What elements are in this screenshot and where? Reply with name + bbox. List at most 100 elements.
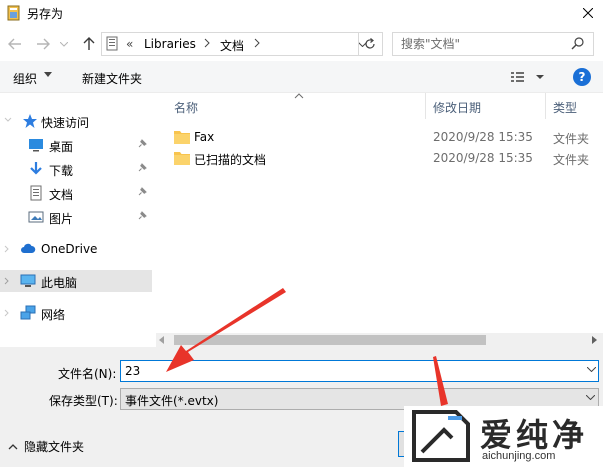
sidebar-item-documents[interactable]: 文档: [0, 182, 152, 204]
command-bar: 组织 新建文件夹 ?: [0, 61, 603, 93]
sidebar-item-label: 网络: [41, 308, 66, 322]
caret-down-icon[interactable]: [44, 72, 52, 77]
file-list: 名称 修改日期 类型 Fax 2020/9/28 15:35 文件夹 已扫描的文…: [156, 93, 603, 333]
arrow-up-icon: [83, 37, 95, 50]
sidebar-item-downloads[interactable]: 下载: [0, 158, 152, 180]
scroll-left-icon[interactable]: [159, 336, 165, 344]
address-overflow[interactable]: «: [126, 37, 133, 51]
organize-button[interactable]: 组织: [13, 70, 37, 87]
pin-icon[interactable]: [137, 163, 147, 173]
filetype-value: 事件文件(*.evtx): [125, 394, 219, 408]
chevron-right-icon[interactable]: [4, 277, 10, 285]
help-button[interactable]: ?: [573, 68, 591, 86]
hide-folders-label: 隐藏文件夹: [24, 440, 85, 454]
network-icon: [20, 305, 36, 320]
close-icon: [583, 8, 593, 18]
chevron-down-icon: [586, 395, 595, 400]
title-bar: 另存为: [0, 0, 603, 27]
file-name: Fax: [194, 130, 215, 144]
up-button[interactable]: [80, 35, 98, 53]
filetype-label: 保存类型(T):: [49, 394, 118, 408]
watermark: 爱纯净 aichunjing.com: [404, 406, 603, 467]
hide-folders-toggle[interactable]: 隐藏文件夹: [8, 438, 84, 455]
filename-field[interactable]: [120, 360, 599, 382]
pin-icon[interactable]: [137, 187, 147, 197]
file-name: 已扫描的文档: [194, 153, 267, 167]
chevron-up-icon: [8, 443, 18, 449]
folder-icon: [174, 152, 190, 165]
sidebar-item-network[interactable]: 网络: [0, 302, 152, 324]
refresh-button[interactable]: [358, 33, 380, 55]
sidebar-item-label: 此电脑: [41, 276, 78, 290]
sidebar-item-label: 快速访问: [41, 116, 90, 130]
scroll-right-icon[interactable]: [592, 336, 598, 344]
view-options-button[interactable]: [509, 68, 549, 86]
new-folder-button[interactable]: 新建文件夹: [82, 70, 142, 87]
file-row[interactable]: 已扫描的文档 2020/9/28 15:35 文件夹: [156, 148, 603, 168]
column-separator[interactable]: [425, 93, 426, 119]
chevron-down-icon[interactable]: [4, 117, 12, 123]
file-type: 文件夹: [553, 132, 590, 146]
sidebar-item-desktop[interactable]: 桌面: [0, 134, 152, 156]
sidebar-item-label: 文档: [49, 188, 74, 202]
chevron-right-icon[interactable]: [4, 309, 10, 317]
search-icon[interactable]: [571, 36, 585, 50]
forward-button[interactable]: [34, 35, 52, 53]
close-button[interactable]: [575, 2, 601, 24]
computer-icon: [20, 274, 36, 287]
file-row[interactable]: Fax 2020/9/28 15:35 文件夹: [156, 127, 603, 147]
desktop-icon: [29, 139, 43, 152]
sidebar-item-onedrive[interactable]: OneDrive: [0, 238, 152, 260]
chevron-right-icon[interactable]: [254, 38, 260, 48]
refresh-icon: [364, 38, 375, 49]
filename-label: 文件名(N):: [58, 367, 117, 381]
horizontal-scrollbar[interactable]: [156, 333, 603, 347]
file-date: 2020/9/28 15:35: [433, 151, 533, 165]
search-input[interactable]: [393, 33, 571, 55]
navigation-pane: 快速访问 桌面 下载 文档 图片 OneDrive 此电脑 网络: [0, 93, 152, 347]
window-title: 另存为: [27, 7, 64, 21]
chevron-right-icon[interactable]: [204, 38, 210, 48]
sidebar-item-label: 图片: [49, 212, 74, 226]
star-icon: [23, 114, 37, 128]
document-icon: [30, 185, 42, 201]
sidebar-item-label: OneDrive: [41, 242, 98, 256]
app-icon: [7, 5, 20, 21]
address-segment-libraries[interactable]: Libraries: [144, 37, 196, 51]
filename-input[interactable]: [121, 361, 576, 381]
search-box[interactable]: [392, 32, 594, 56]
column-separator[interactable]: [545, 93, 546, 119]
picture-icon: [28, 211, 44, 223]
navigation-bar: « Libraries 文档: [0, 27, 603, 61]
file-type: 文件夹: [553, 153, 590, 167]
address-bar[interactable]: « Libraries 文档: [101, 32, 383, 56]
arrow-right-icon: [37, 38, 50, 50]
recent-locations-button[interactable]: [58, 35, 70, 53]
file-date: 2020/9/28 15:35: [433, 130, 533, 144]
column-header-date[interactable]: 修改日期: [433, 99, 481, 116]
sidebar-item-label: 桌面: [49, 140, 74, 154]
folder-icon: [174, 131, 190, 144]
chevron-down-icon[interactable]: [587, 367, 596, 372]
sidebar-item-this-pc[interactable]: 此电脑: [0, 270, 152, 292]
column-header-name[interactable]: 名称: [174, 99, 198, 116]
address-segment-documents[interactable]: 文档: [220, 37, 244, 54]
back-button[interactable]: [6, 35, 24, 53]
pin-icon[interactable]: [137, 211, 147, 221]
watermark-logo-icon: [412, 410, 470, 462]
cloud-icon: [21, 243, 36, 253]
sidebar-item-quick-access[interactable]: 快速访问: [0, 110, 152, 132]
sort-ascending-icon: [294, 93, 304, 99]
sidebar-item-label: 下载: [49, 164, 74, 178]
watermark-url: aichunjing.com: [482, 450, 556, 462]
details-view-icon: [511, 72, 544, 82]
pin-icon[interactable]: [137, 139, 147, 149]
arrow-left-icon: [8, 38, 21, 50]
library-icon: [106, 36, 118, 51]
scrollbar-thumb[interactable]: [174, 335, 486, 345]
chevron-right-icon[interactable]: [4, 245, 10, 253]
download-icon: [30, 162, 42, 175]
column-header-type[interactable]: 类型: [553, 99, 577, 116]
chevron-down-icon: [60, 41, 68, 47]
sidebar-item-pictures[interactable]: 图片: [0, 206, 152, 228]
